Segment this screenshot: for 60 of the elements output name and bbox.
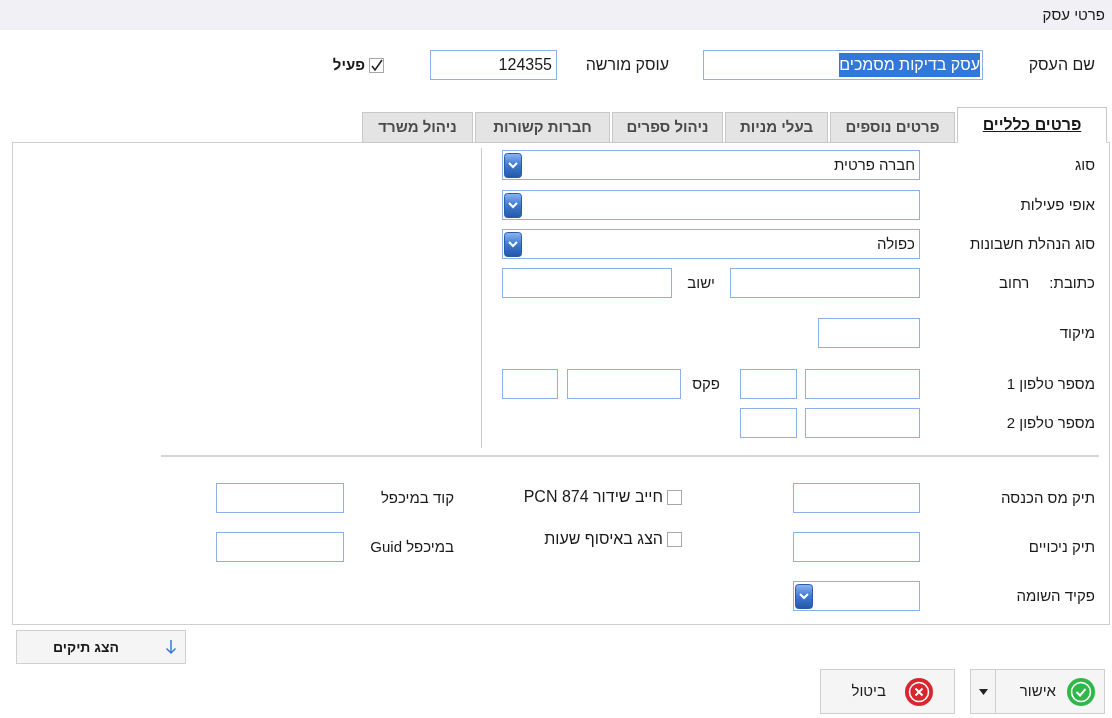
input-field[interactable] [216,532,344,562]
chevron-down-icon [795,583,813,609]
input-field[interactable] [502,268,672,298]
cancel-button[interactable]: ביטול [820,669,955,714]
input-field[interactable] [818,318,920,348]
window-title: פרטי עסק [1042,4,1105,25]
arrow-down-icon [165,639,177,655]
field-label: תיק ניכויים [1027,536,1095,557]
field-label: אופי פעילות [1020,194,1095,215]
caret-down-icon [978,688,988,695]
input-field[interactable] [793,532,920,562]
input-field[interactable] [805,369,920,399]
dropdown[interactable] [793,581,920,611]
dropdown[interactable]: חברה פרטית [502,150,920,180]
checkbox-label: הצג באיסוף שעות [544,529,663,549]
show-files-button[interactable]: הצג תיקים [16,630,186,664]
field-label: קוד במיכפל [379,487,454,508]
field-label: סוג הנהלת חשבונות [969,233,1095,254]
field-label: תיק מס הכנסה [1000,487,1095,508]
tab[interactable]: ניהול משרד [362,112,473,143]
input-field[interactable] [216,483,344,513]
input-field[interactable] [567,369,681,399]
chevron-down-icon [504,152,522,178]
tab[interactable]: ניהול ספרים [612,112,723,143]
check-circle-icon [1066,676,1096,707]
input-field[interactable]: עסק בדיקות מסמכים [703,50,983,80]
dropdown[interactable]: כפולה [502,229,920,259]
checkbox-label: חייב שידור PCN 874 [523,487,663,507]
confirm-button[interactable]: אישור [996,670,1104,713]
field-label: רחוב [999,272,1030,293]
tab[interactable]: בעלי מניות [725,112,828,143]
input-field[interactable] [740,408,797,438]
field-label: כתובת: [1049,272,1095,293]
input-field[interactable] [502,369,558,399]
field-label: שם העסק [1027,55,1095,75]
field-label: פקס [691,373,720,394]
field-label: מיקוד [1059,322,1095,343]
field-label: עוסק מורשה [584,55,669,75]
tab[interactable]: חברות קשורות [475,112,610,143]
field-label: מספר טלפון 1 [1006,373,1095,394]
input-field[interactable] [793,483,920,513]
input-field[interactable] [805,408,920,438]
input-field[interactable] [730,268,920,298]
field-label: מספר טלפון 2 [1006,412,1095,433]
tab[interactable]: פרטים כלליים [957,107,1107,143]
checkbox[interactable] [667,531,682,547]
input-field[interactable] [740,369,797,399]
checkbox[interactable] [667,489,682,505]
dropdown[interactable] [502,190,920,220]
chevron-down-icon [504,231,522,257]
field-label: סוג [1074,154,1095,175]
checkbox-label: פעיל [332,54,365,75]
tab[interactable]: פרטים נוספים [830,112,955,143]
checkbox[interactable] [369,57,384,73]
input-field[interactable]: 124355 [430,50,557,80]
field-label: פקיד השומה [1015,585,1095,606]
x-circle-icon [904,676,934,707]
split-button[interactable]: אישור [970,669,1105,714]
field-label: Guid במיכפל [369,536,454,557]
chevron-down-icon [504,192,522,218]
